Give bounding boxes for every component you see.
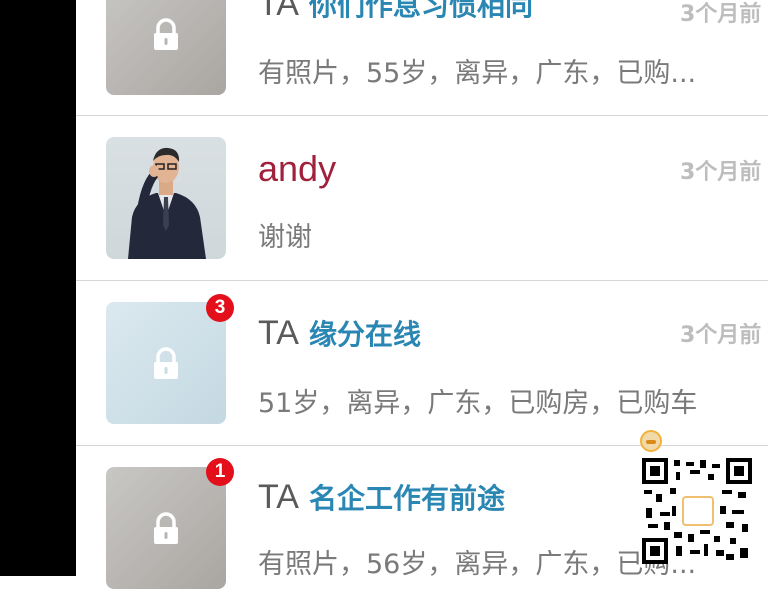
avatar-photo (106, 137, 226, 259)
lock-icon (154, 18, 178, 50)
conversation-title: TA 缘分在线 (258, 313, 421, 353)
timestamp: 3个月前 (680, 2, 762, 27)
message-preview: 谢谢 (258, 222, 312, 253)
match-tag: 缘分在线 (308, 318, 421, 351)
conversation-row[interactable]: TA 你们作息习惯相同 3个月前 有照片，55岁，离异，广东，已购... (76, 0, 768, 116)
watermark-logo-icon (640, 430, 662, 452)
lock-icon (154, 512, 178, 544)
watermark-qr (636, 430, 754, 570)
user-name: andy (258, 148, 337, 189)
timestamp: 3个月前 (680, 323, 762, 348)
conversation-title: TA 你们作息习惯相同 (258, 0, 533, 24)
user-photo (128, 147, 206, 259)
match-tag: 名企工作有前途 (308, 482, 505, 515)
unread-badge: 3 (206, 294, 234, 322)
conversation-title: TA 名企工作有前途 (258, 477, 505, 517)
ta-label: TA (258, 314, 299, 352)
conversation-row[interactable]: andy 3个月前 谢谢 (76, 116, 768, 281)
conversation-title: andy (258, 148, 336, 190)
conversation-row[interactable]: 3 TA 缘分在线 3个月前 51岁，离异，广东，已购房，已购车 (76, 281, 768, 446)
avatar-locked (106, 467, 226, 589)
qr-center-logo (682, 496, 714, 526)
message-preview: 有照片，55岁，离异，广东，已购... (258, 58, 697, 89)
avatar-locked (106, 302, 226, 424)
timestamp: 3个月前 (680, 160, 762, 185)
unread-badge: 1 (206, 458, 234, 486)
left-black-strip (0, 0, 76, 576)
match-tag: 你们作息习惯相同 (308, 0, 533, 22)
qr-code (642, 458, 752, 564)
avatar-locked (106, 0, 226, 95)
ta-label: TA (258, 0, 299, 23)
message-preview: 51岁，离异，广东，已购房，已购车 (258, 388, 698, 419)
lock-icon (154, 347, 178, 379)
message-preview: 有照片，56岁，离异，广东，已购... (258, 549, 697, 580)
ta-label: TA (258, 478, 299, 516)
